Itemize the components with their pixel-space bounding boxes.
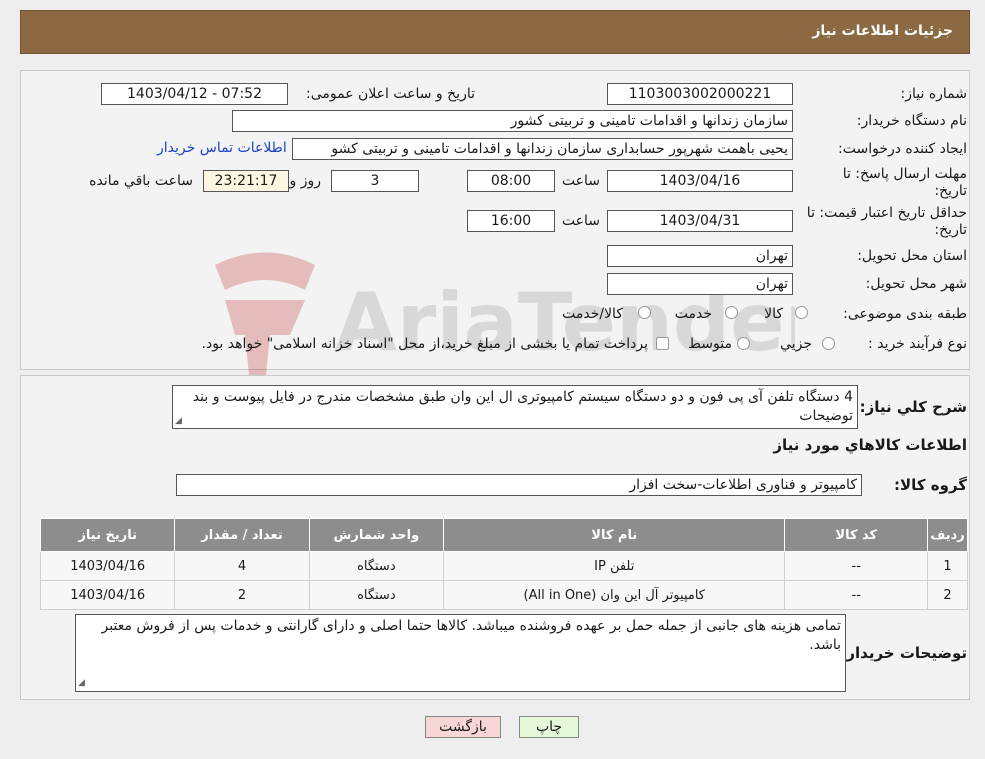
col-header-unit: واحد شمارش: [308, 518, 445, 552]
category-option-service: خدمت: [674, 306, 712, 322]
cell-code: --: [784, 551, 929, 581]
province-label: استان محل تحویل:: [857, 248, 967, 264]
city-field: تهران: [607, 273, 793, 295]
back-button[interactable]: بازگشت: [425, 716, 501, 738]
cell-code: --: [784, 580, 929, 610]
days-label: روز و: [289, 173, 322, 189]
page-title: جزئیات اطلاعات نیاز: [812, 23, 953, 39]
category-option-goods-service: کالا/خدمت: [562, 306, 623, 322]
process-radio-minor[interactable]: [822, 337, 835, 350]
cell-quantity: 2: [174, 580, 310, 610]
col-header-code: کد کالا: [784, 518, 929, 552]
col-header-name: نام کالا: [443, 518, 786, 552]
deadline-date-field: 1403/04/16: [607, 170, 793, 192]
remaining-time-field: 23:21:17: [203, 170, 289, 192]
deadline-label: مهلت ارسال پاسخ: تا: [842, 166, 967, 182]
process-radio-medium[interactable]: [737, 337, 750, 350]
summary-field: 4 دستگاه تلفن آی پی فون و دو دستگاه سیست…: [172, 385, 858, 429]
cell-row-number: 2: [927, 580, 968, 610]
process-label: نوع فرآیند خرید :: [868, 336, 967, 352]
validity-time-label: ساعت: [561, 213, 600, 229]
days-remaining-field: 3: [331, 170, 419, 192]
table-header-row: رديف کد کالا نام کالا واحد شمارش تعداد /…: [39, 518, 968, 552]
category-radio-goods-service[interactable]: [638, 306, 651, 319]
buyer-notes-resize-handle[interactable]: ◢: [78, 678, 85, 688]
deadline-label-date: تاریخ:: [934, 183, 967, 199]
buyer-notes-field: تمامی هزینه های جانبی از جمله حمل بر عهد…: [75, 614, 846, 692]
buyer-org-field: سازمان زندانها و اقدامات تامینی و تربیتی…: [232, 110, 793, 132]
province-field: تهران: [607, 245, 793, 267]
col-header-date: تاریخ نیاز: [39, 518, 176, 552]
category-option-goods: کالا: [764, 306, 783, 322]
page-header: جزئیات اطلاعات نیاز: [20, 10, 970, 54]
cell-unit: دستگاه: [308, 580, 445, 610]
need-number-field: 1103003002000221: [607, 83, 793, 105]
deadline-time-field: 08:00: [467, 170, 555, 192]
city-label: شهر محل تحویل:: [865, 276, 967, 292]
col-header-row-number: رديف: [927, 518, 968, 552]
process-option-minor: جزيي: [780, 336, 812, 352]
validity-label-date: تاریخ:: [934, 222, 967, 238]
deadline-time-label: ساعت: [561, 173, 600, 189]
treasury-checkbox[interactable]: [656, 337, 669, 350]
cell-name: تلفن IP: [443, 551, 786, 581]
cell-date: 1403/04/16: [39, 551, 176, 581]
table-row: 2 -- کامپیوتر آل این وان (All in One) دس…: [39, 580, 968, 610]
goods-group-field: کامپیوتر و فناوری اطلاعات-سخت افزار: [176, 474, 862, 496]
summary-label: شرح کلي نياز:: [859, 398, 967, 416]
validity-date-field: 1403/04/31: [607, 210, 793, 232]
cell-unit: دستگاه: [308, 551, 445, 581]
category-label: طبقه بندی موضوعی:: [843, 306, 967, 322]
cell-row-number: 1: [927, 551, 968, 581]
cell-date: 1403/04/16: [39, 580, 176, 610]
summary-resize-handle[interactable]: ◢: [175, 416, 182, 426]
process-option-medium: متوسط: [688, 336, 732, 352]
announce-label: تاریخ و ساعت اعلان عمومی:: [306, 86, 475, 102]
buyer-contact-link[interactable]: اطلاعات تماس خریدار: [157, 140, 287, 156]
cell-name: کامپیوتر آل این وان (All in One): [443, 580, 786, 610]
category-radio-service[interactable]: [725, 306, 738, 319]
treasury-note: پرداخت تمام یا بخشی از مبلغ خرید،از محل …: [201, 336, 648, 352]
requester-label: ایجاد کننده درخواست:: [838, 141, 967, 157]
goods-table: رديف کد کالا نام کالا واحد شمارش تعداد /…: [39, 518, 968, 610]
cell-quantity: 4: [174, 551, 310, 581]
col-header-quantity: تعداد / مقدار: [174, 518, 310, 552]
validity-label: حداقل تاریخ اعتبار قیمت: تا: [806, 205, 967, 221]
buyer-notes-label: توضیحات خریدار:: [840, 644, 967, 662]
table-row: 1 -- تلفن IP دستگاه 4 1403/04/16: [39, 551, 968, 581]
need-number-label: شماره نیاز:: [900, 86, 968, 102]
goods-info-title: اطلاعات کالاهاي مورد نياز: [773, 436, 967, 454]
requester-field: یحیی باهمت شهرپور حسابداری سازمان زندانه…: [292, 138, 793, 160]
announce-datetime-field: 1403/04/12 - 07:52: [101, 83, 288, 105]
goods-group-label: گروه کالا:: [894, 476, 967, 494]
category-radio-goods[interactable]: [795, 306, 808, 319]
remaining-time-label: ساعت باقي مانده: [89, 173, 193, 189]
validity-time-field: 16:00: [467, 210, 555, 232]
buyer-org-label: نام دستگاه خریدار:: [856, 113, 967, 129]
print-button[interactable]: چاپ: [519, 716, 579, 738]
